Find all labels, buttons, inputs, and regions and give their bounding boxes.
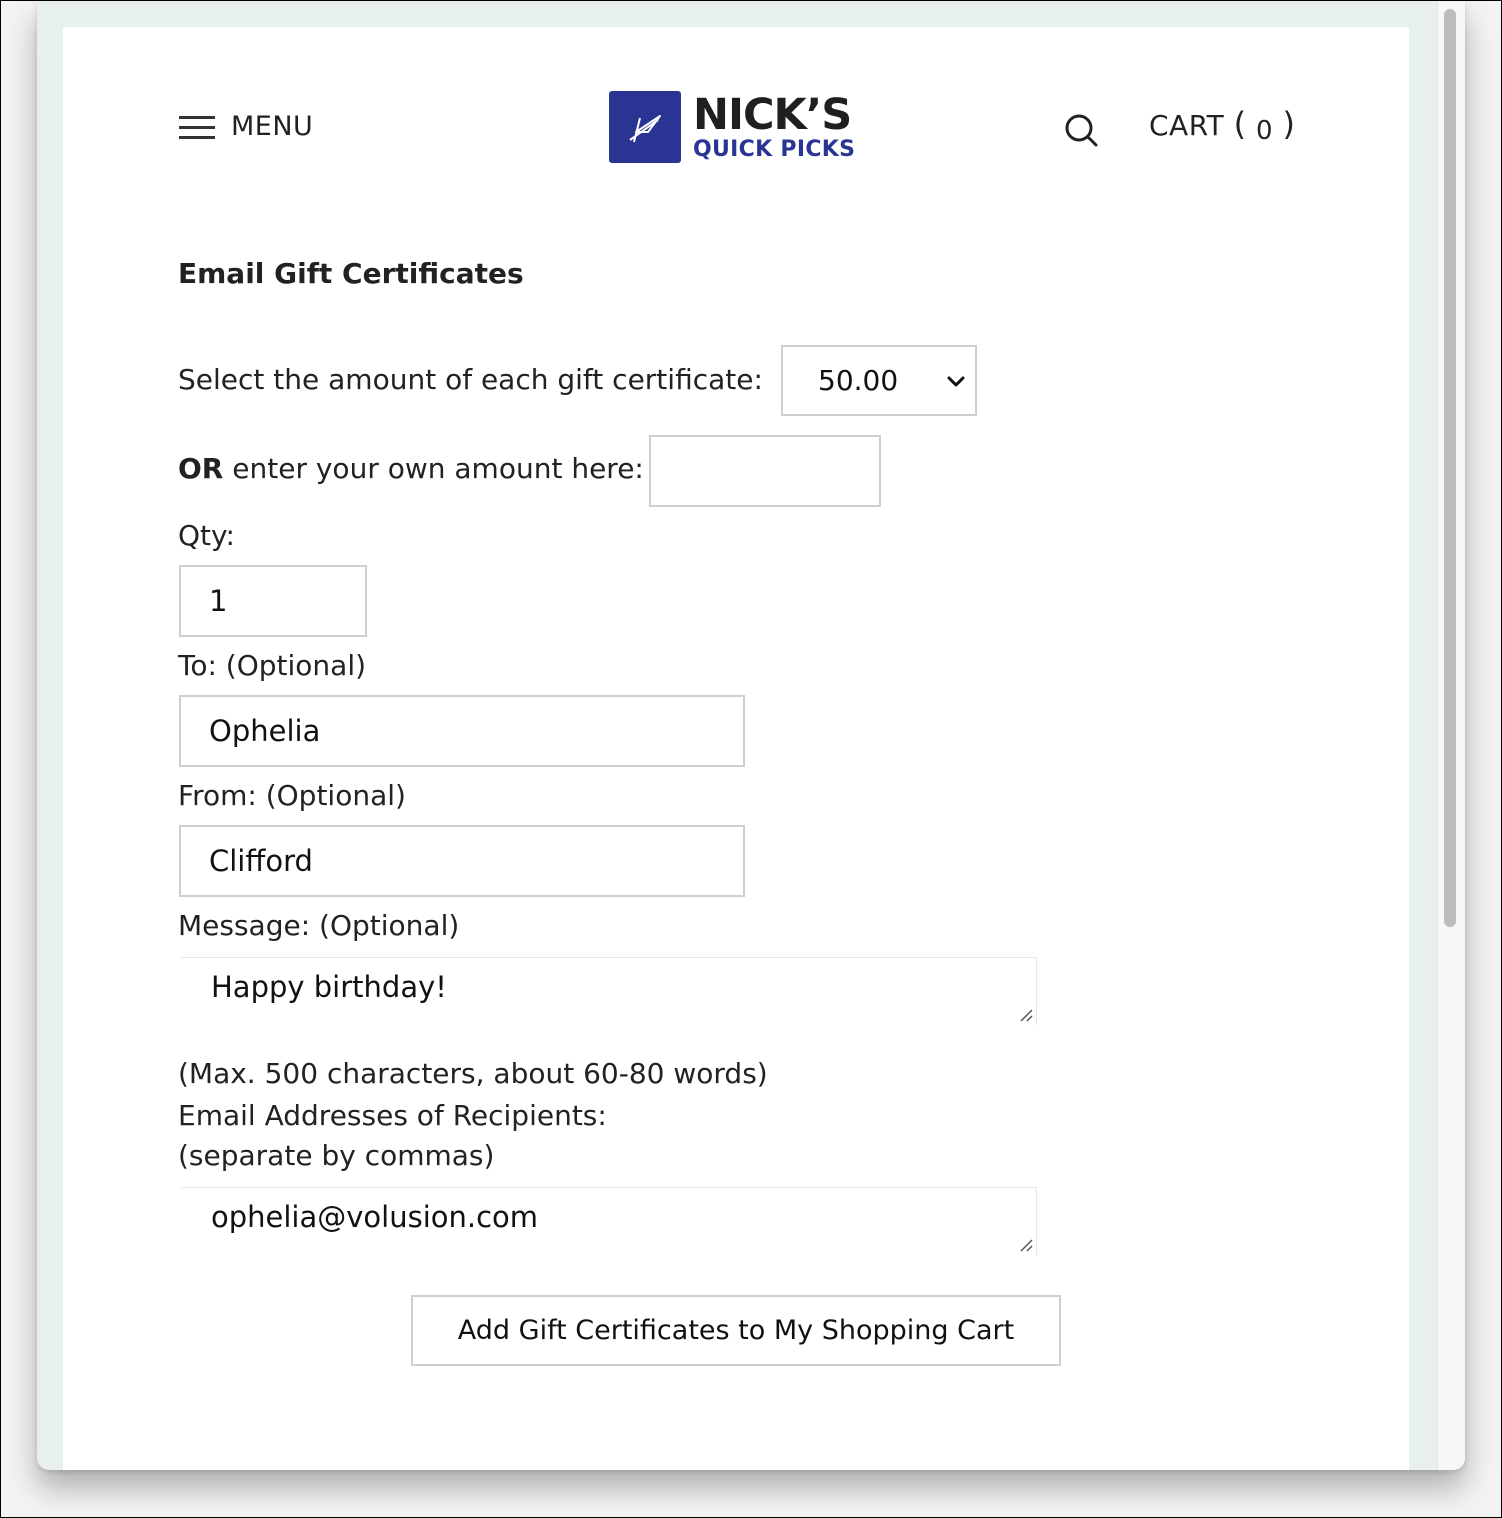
- own-amount-text: enter your own amount here:: [223, 452, 644, 485]
- store-logo[interactable]: NICK’S QUICK PICKS: [609, 91, 855, 163]
- amount-label: Select the amount of each gift certifica…: [178, 363, 763, 396]
- menu-button[interactable]: MENU: [179, 111, 313, 142]
- cart-open-paren: (: [1233, 105, 1247, 143]
- search-icon[interactable]: [1063, 111, 1101, 149]
- add-to-cart-button[interactable]: Add Gift Certificates to My Shopping Car…: [411, 1295, 1061, 1366]
- emails-text: ophelia@volusion.com: [211, 1200, 539, 1234]
- own-amount-or: OR: [178, 452, 224, 485]
- from-input[interactable]: [179, 825, 745, 897]
- cart-link[interactable]: CART ( 0 ): [1149, 105, 1296, 146]
- browser-window: MENU NICK’S QUICK PICKS CART (0) Email…: [37, 1, 1465, 1470]
- message-text: Happy birthday!: [211, 970, 447, 1004]
- cart-label: CART: [1149, 109, 1225, 142]
- own-amount-label: OR enter your own amount here:: [178, 452, 644, 485]
- hamburger-icon: [179, 114, 215, 140]
- own-amount-input[interactable]: [649, 435, 881, 507]
- hanger-logo-icon: [609, 91, 681, 163]
- page-content: MENU NICK’S QUICK PICKS CART (0) Email…: [63, 27, 1409, 1470]
- cart-count: 0: [1256, 116, 1274, 146]
- page-title: Email Gift Certificates: [178, 257, 524, 290]
- emails-note: (separate by commas): [178, 1139, 495, 1172]
- screen: MENU NICK’S QUICK PICKS CART (0) Email…: [0, 0, 1502, 1518]
- message-max-note: (Max. 500 characters, about 60-80 words): [178, 1057, 768, 1090]
- vertical-scrollbar[interactable]: [1437, 1, 1465, 1470]
- from-label: From: (Optional): [178, 779, 406, 812]
- scrollbar-thumb[interactable]: [1444, 9, 1456, 927]
- resize-grip-icon: [1020, 1239, 1033, 1252]
- emails-textarea[interactable]: ophelia@volusion.com: [181, 1187, 1037, 1255]
- logo-subtitle: QUICK PICKS: [693, 136, 856, 162]
- menu-label: MENU: [231, 111, 314, 142]
- message-label: Message: (Optional): [178, 909, 460, 942]
- qty-input[interactable]: [179, 565, 367, 637]
- amount-selected-value: 50.00: [818, 364, 899, 397]
- message-textarea[interactable]: Happy birthday!: [181, 957, 1037, 1025]
- emails-label: Email Addresses of Recipients:: [178, 1099, 607, 1132]
- logo-title: NICK’S: [693, 89, 852, 140]
- to-input[interactable]: [179, 695, 745, 767]
- chevron-down-icon: [947, 376, 965, 387]
- amount-select[interactable]: 50.00: [781, 345, 977, 416]
- qty-label: Qty:: [178, 519, 235, 552]
- to-label: To: (Optional): [178, 649, 367, 682]
- resize-grip-icon: [1020, 1009, 1033, 1022]
- cart-close-paren: ): [1282, 105, 1296, 143]
